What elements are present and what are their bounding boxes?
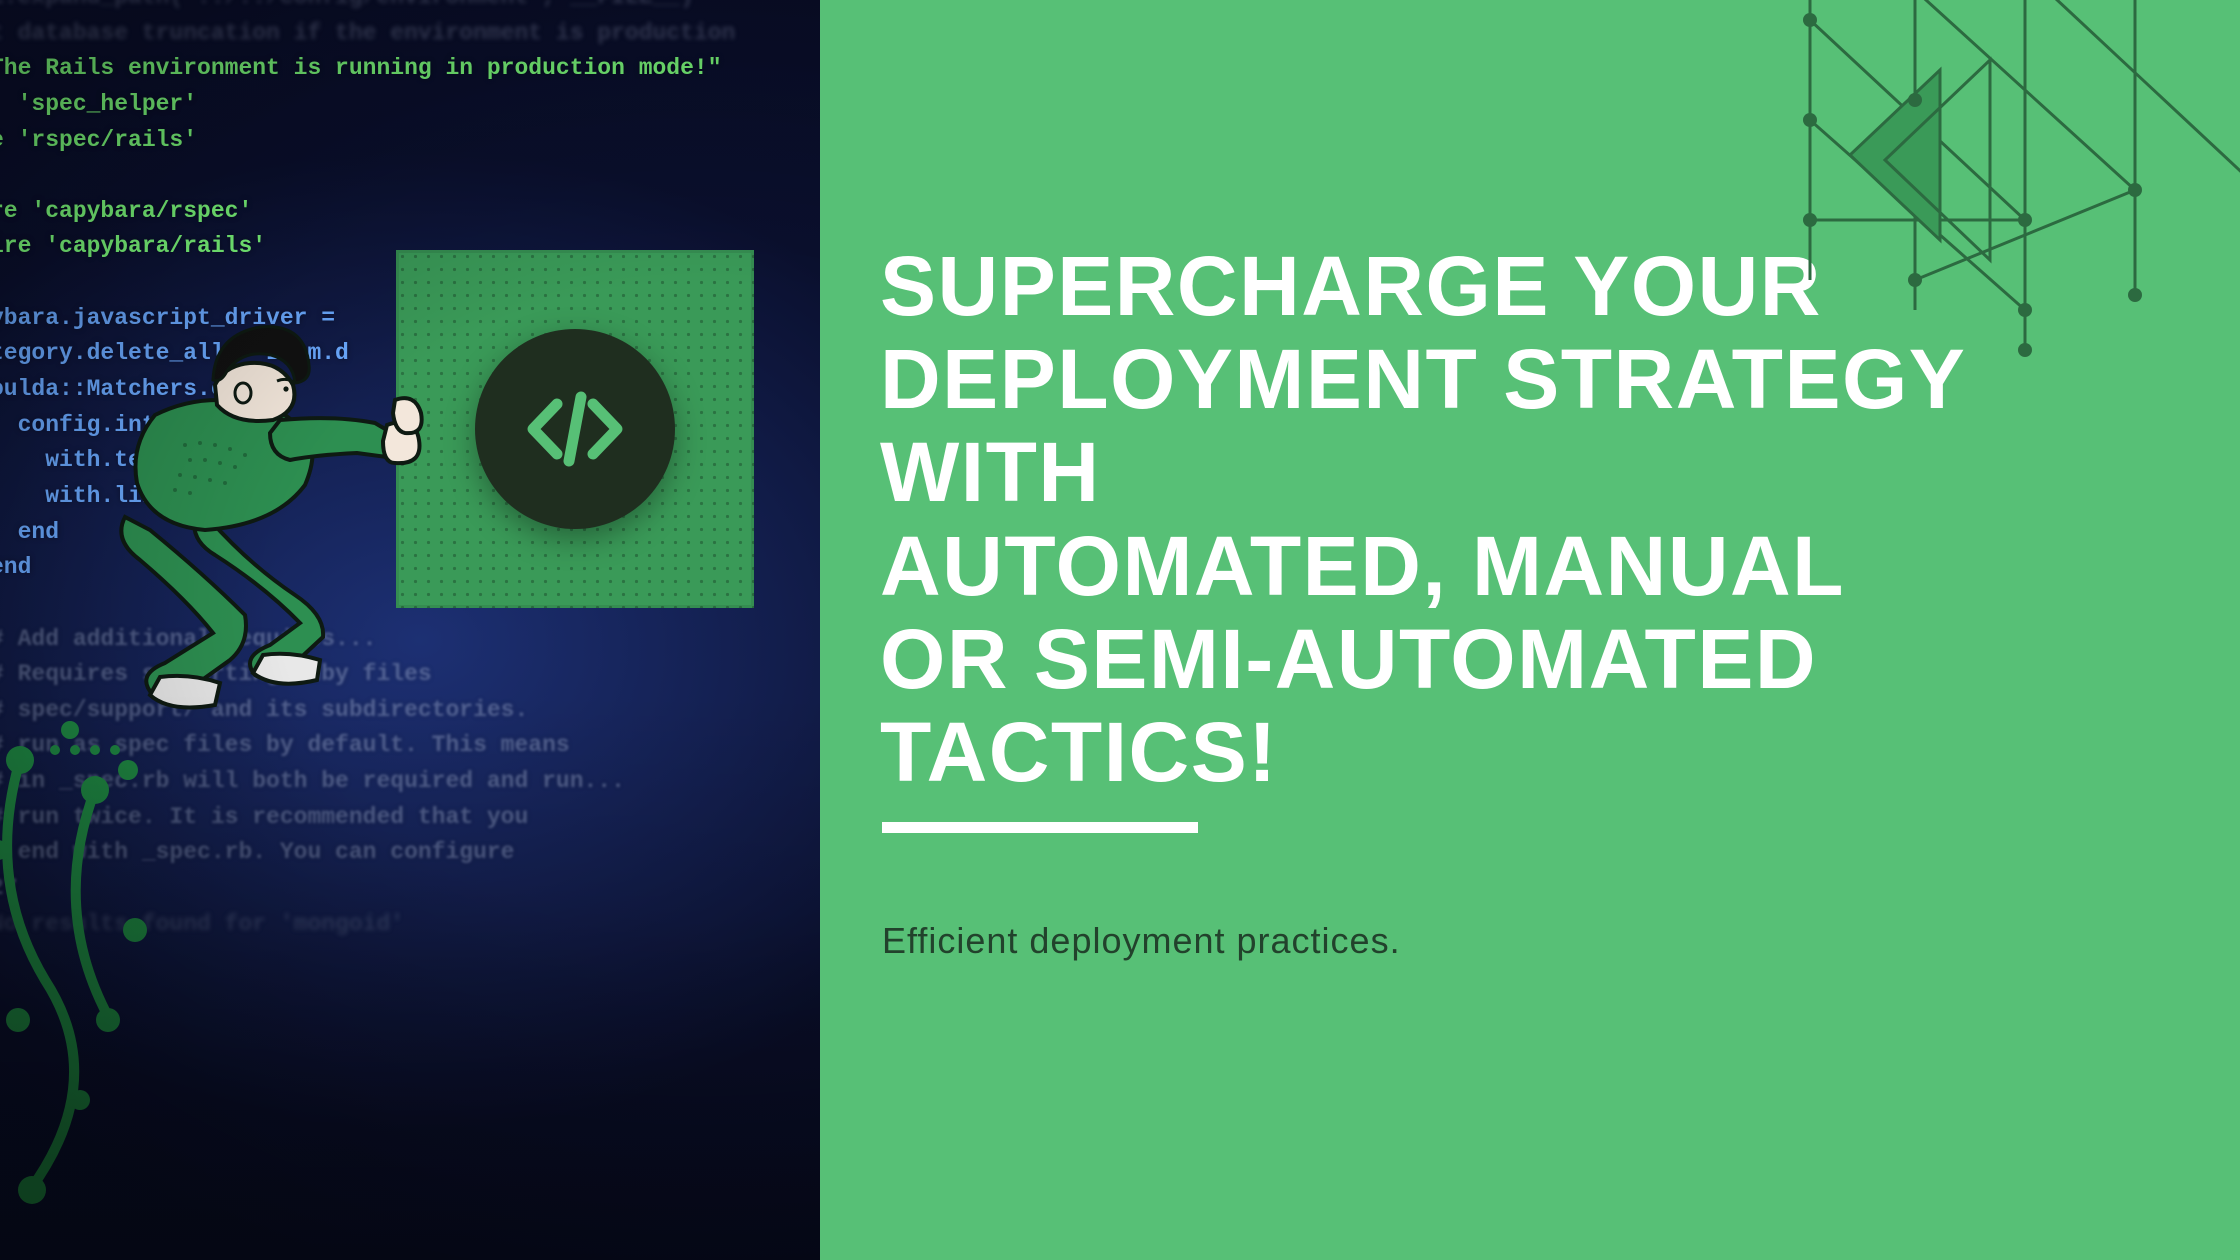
- divider: [882, 822, 1198, 833]
- right-panel: SUPERCHARGE YOURDEPLOYMENT STRATEGY WITH…: [820, 0, 2240, 1260]
- person-illustration: [95, 265, 425, 725]
- tr-geometric-deco: [1690, 0, 2240, 380]
- code-editor-photo: E.expand_path("../../config/environment"…: [0, 0, 820, 1260]
- code-icon-card: [396, 250, 754, 608]
- banner: E.expand_path("../../config/environment"…: [0, 0, 2240, 1260]
- bl-organic-deco: [0, 720, 300, 1260]
- subhead: Efficient deployment practices.: [882, 920, 1401, 962]
- code-icon: [475, 329, 675, 529]
